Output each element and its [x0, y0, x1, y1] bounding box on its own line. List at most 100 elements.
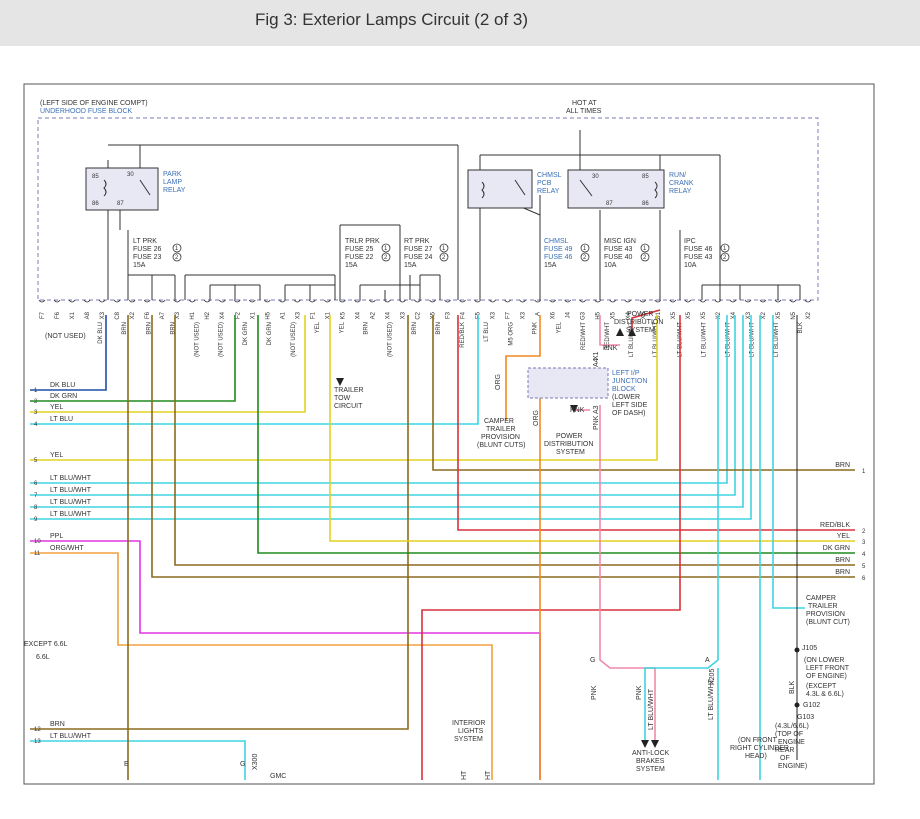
wire-color-label: (NOT USED): [219, 322, 225, 357]
trailer-tow-label-3: CIRCUIT: [334, 403, 363, 410]
left-wire-labels: 1 DK BLU 2 DK GRN 3 YEL 4 LT BLU 5 YEL 6 LT BLU/WHT…: [34, 382, 92, 745]
run-relay-label-3: RELAY: [669, 188, 692, 195]
j105-desc-3: OF ENGINE): [806, 673, 847, 680]
wire-lbw-camper: [772, 315, 805, 609]
wire-dk-blu: [30, 315, 107, 391]
not-used-label: (NOT USED): [45, 333, 86, 340]
interior-label-3: SYSTEM: [454, 736, 483, 743]
fuse-chmsl-name: CHMSL: [544, 238, 569, 245]
park-relay-pin-87: 87: [117, 201, 124, 207]
right-wire-labels: 1 BRN 2 RED/BLK 3 YEL 4 DK GRN 5 BRN 6 BRN: [820, 462, 866, 582]
left-wire-label: YEL: [50, 452, 63, 459]
wire-color-label: RED/BLK: [460, 322, 466, 348]
diagram-svg: (LEFT SIDE OF ENGINE COMPT) UNDERHOOD FU…: [23, 83, 875, 785]
all-times-label: ALL TIMES: [566, 108, 602, 115]
park-relay-pin-85: 85: [92, 174, 99, 180]
abs-label-3: SYSTEM: [636, 766, 665, 773]
camper-label-2: TRAILER: [486, 426, 516, 433]
on-front-label-1: (ON FRONT: [738, 737, 778, 744]
fuse-chmsl-a: FUSE 49: [544, 246, 573, 253]
six6l-label: 6.6L: [36, 654, 50, 661]
wire-color-label: BRN: [436, 322, 442, 335]
connector-pin-row: F7 F6 X1 A8 X3 C8 X2 F6 A7 X3 H1 H2 X4 F2 X1 H5 A1 X3 F1 X1…: [38, 299, 812, 320]
marker-2: 2: [583, 255, 587, 261]
a3-label: A3: [593, 405, 600, 414]
fuse-rt-prk: RT PRK FUSE 27 FUSE 24 15A: [404, 238, 433, 269]
wire-pnk-bottom: [599, 405, 656, 745]
pin-label: X2: [806, 311, 812, 319]
fuse-lt-prk-a: FUSE 26: [133, 246, 162, 253]
ground-g102-dot-icon: [794, 702, 800, 708]
pin-label: H1: [190, 311, 196, 319]
fuse-rt-prk-name: RT PRK: [404, 238, 430, 245]
interior-label-2: LIGHTS: [458, 728, 484, 735]
pin-label: X4: [385, 311, 391, 319]
wire-labels-top: DK BLU BRN BRN BRN (NOT USED) (NOT USED) DK GR…: [98, 321, 804, 357]
j105-desc-1: (ON LOWER: [804, 657, 844, 664]
left-wire-number: 13: [34, 739, 41, 745]
left-wire-number: 7: [34, 493, 38, 499]
right-wire-label: YEL: [837, 533, 850, 540]
wire-color-label: RED/WHT: [581, 322, 587, 350]
right-wire-number: 5: [862, 564, 866, 570]
pin-label: A7: [160, 311, 166, 319]
pin-label: X4: [355, 311, 361, 319]
trailer-tow-label-2: TOW: [334, 395, 351, 402]
fuse-rt-prk-a: FUSE 27: [404, 246, 433, 253]
marker-2: 2: [723, 255, 727, 261]
pin-label: X2: [761, 311, 767, 319]
fuse-ipc-a: FUSE 46: [684, 246, 713, 253]
ip-junction-label-5: LEFT SIDE: [612, 402, 648, 409]
wire-color-label: YEL: [339, 321, 345, 333]
right-wire-label: DK GRN: [823, 545, 850, 552]
right-wire-label: BRN: [835, 557, 850, 564]
marker-2: 2: [442, 255, 446, 261]
x205-label: X205: [709, 669, 716, 685]
g102-label: G102: [803, 702, 820, 709]
right-wire-label: BRN: [835, 462, 850, 469]
wire-color-label: (NOT USED): [195, 322, 201, 357]
left-wire-number: 11: [34, 551, 41, 557]
arrow-trailer-tow-icon: [336, 378, 344, 386]
left-wire-label: DK GRN: [50, 393, 77, 400]
fuse-trlr-prk-name: TRLR PRK: [345, 238, 380, 245]
run-crank-relay: [567, 169, 665, 209]
left-wire-number: 9: [34, 517, 38, 523]
marker-2: 2: [643, 255, 647, 261]
x300-label: X300: [252, 754, 259, 770]
g-desc-2: (TOP OF: [775, 731, 803, 738]
pds-bottom-label-1: POWER: [556, 433, 582, 440]
j105-desc-4: (EXCEPT: [806, 683, 837, 690]
run-relay-pin-85: 85: [642, 174, 649, 180]
pin-label: X3: [491, 311, 497, 319]
a-pin-label: A: [705, 657, 710, 664]
camper-right-label-3: PROVISION: [806, 611, 845, 618]
run-relay-pin-86: 86: [642, 201, 649, 207]
right-wire-number: 6: [862, 576, 866, 582]
chmsl-relay-label-2: PCB: [537, 180, 552, 187]
pin-label: X4: [731, 311, 737, 319]
ht2-label: HT: [485, 770, 492, 780]
pin-label: K5: [340, 311, 346, 319]
wire-color-label: (NOT USED): [291, 322, 297, 357]
left-wire-number: 6: [34, 481, 38, 487]
left-ip-junction-block: [527, 367, 609, 399]
pds-bottom-label-3: SYSTEM: [556, 449, 585, 456]
j105-label: J105: [802, 645, 817, 652]
fuse-chmsl-amps: 15A: [544, 262, 557, 269]
pnk-label-a: PNK: [603, 345, 618, 352]
pin-label: X3: [100, 311, 106, 319]
internal-bus: [107, 130, 801, 300]
fuse-ipc-b: FUSE 43: [684, 254, 713, 261]
ip-junction-label-4: (LOWER: [612, 394, 640, 401]
pin-label: F4: [461, 311, 467, 319]
g-desc-1: (4.3L/6.6L): [775, 723, 809, 730]
wire-color-label: LT BLU/WHT: [701, 322, 707, 357]
pin-label: X5: [671, 311, 677, 319]
arrow-abs-2-icon: [651, 740, 659, 748]
g-pin-label: G: [590, 657, 595, 664]
run-relay-label-2: CRANK: [669, 180, 694, 187]
wire-color-label: M5 ORG: [508, 322, 514, 346]
park-relay-pin-30: 30: [127, 172, 134, 178]
a4-label: A4: [593, 358, 600, 367]
